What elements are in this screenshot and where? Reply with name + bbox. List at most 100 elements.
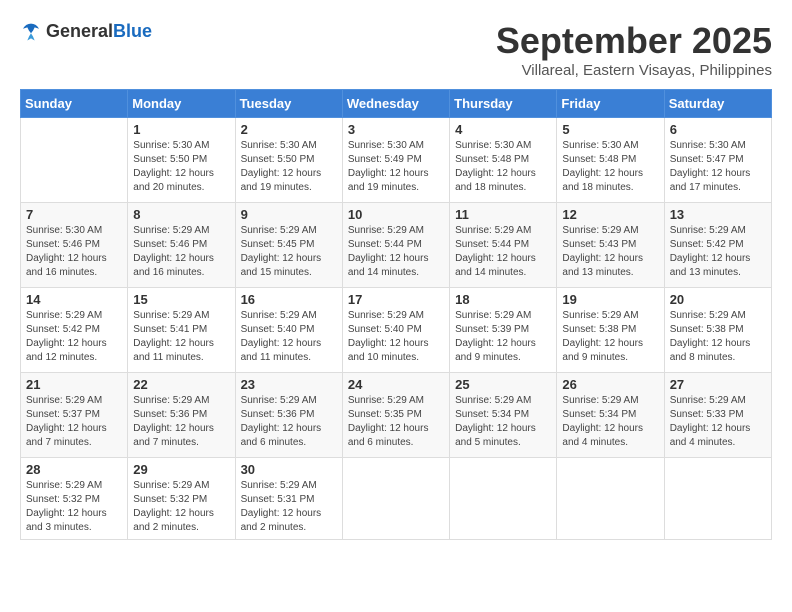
day-info: Sunrise: 5:29 AM Sunset: 5:37 PM Dayligh…	[26, 394, 122, 450]
month-title: September 2025	[496, 20, 772, 62]
daylight-text: Daylight: 12 hours and 14 minutes.	[348, 253, 429, 278]
day-info: Sunrise: 5:29 AM Sunset: 5:46 PM Dayligh…	[133, 224, 229, 280]
sunrise-text: Sunrise: 5:29 AM	[241, 225, 317, 236]
calendar-day-cell: 2 Sunrise: 5:30 AM Sunset: 5:50 PM Dayli…	[235, 118, 342, 203]
day-info: Sunrise: 5:29 AM Sunset: 5:40 PM Dayligh…	[241, 309, 337, 365]
calendar-week-row: 14 Sunrise: 5:29 AM Sunset: 5:42 PM Dayl…	[21, 288, 772, 373]
sunset-text: Sunset: 5:48 PM	[562, 154, 636, 165]
calendar-day-cell: 16 Sunrise: 5:29 AM Sunset: 5:40 PM Dayl…	[235, 288, 342, 373]
sunset-text: Sunset: 5:37 PM	[26, 409, 100, 420]
sunset-text: Sunset: 5:47 PM	[670, 154, 744, 165]
weekday-header: Sunday	[21, 90, 128, 118]
daylight-text: Daylight: 12 hours and 18 minutes.	[455, 168, 536, 193]
sunset-text: Sunset: 5:43 PM	[562, 239, 636, 250]
daylight-text: Daylight: 12 hours and 15 minutes.	[241, 253, 322, 278]
calendar-day-cell: 3 Sunrise: 5:30 AM Sunset: 5:49 PM Dayli…	[342, 118, 449, 203]
calendar-day-cell: 20 Sunrise: 5:29 AM Sunset: 5:38 PM Dayl…	[664, 288, 771, 373]
day-number: 12	[562, 207, 658, 222]
sunset-text: Sunset: 5:50 PM	[241, 154, 315, 165]
day-number: 11	[455, 207, 551, 222]
sunrise-text: Sunrise: 5:29 AM	[348, 310, 424, 321]
day-number: 6	[670, 122, 766, 137]
sunrise-text: Sunrise: 5:30 AM	[26, 225, 102, 236]
day-info: Sunrise: 5:29 AM Sunset: 5:44 PM Dayligh…	[348, 224, 444, 280]
day-number: 26	[562, 377, 658, 392]
calendar-day-cell	[21, 118, 128, 203]
calendar-week-row: 7 Sunrise: 5:30 AM Sunset: 5:46 PM Dayli…	[21, 203, 772, 288]
calendar-day-cell: 17 Sunrise: 5:29 AM Sunset: 5:40 PM Dayl…	[342, 288, 449, 373]
sunrise-text: Sunrise: 5:29 AM	[562, 310, 638, 321]
sunrise-text: Sunrise: 5:29 AM	[241, 310, 317, 321]
day-info: Sunrise: 5:30 AM Sunset: 5:48 PM Dayligh…	[455, 139, 551, 195]
day-number: 22	[133, 377, 229, 392]
sunrise-text: Sunrise: 5:29 AM	[241, 480, 317, 491]
daylight-text: Daylight: 12 hours and 6 minutes.	[348, 423, 429, 448]
weekday-header: Monday	[128, 90, 235, 118]
day-info: Sunrise: 5:30 AM Sunset: 5:48 PM Dayligh…	[562, 139, 658, 195]
sunset-text: Sunset: 5:36 PM	[133, 409, 207, 420]
sunrise-text: Sunrise: 5:29 AM	[670, 310, 746, 321]
daylight-text: Daylight: 12 hours and 19 minutes.	[348, 168, 429, 193]
weekday-header: Wednesday	[342, 90, 449, 118]
page-header: GeneralBlue September 2025 Villareal, Ea…	[20, 20, 772, 79]
day-info: Sunrise: 5:29 AM Sunset: 5:42 PM Dayligh…	[26, 309, 122, 365]
calendar-day-cell: 23 Sunrise: 5:29 AM Sunset: 5:36 PM Dayl…	[235, 373, 342, 458]
calendar-day-cell: 18 Sunrise: 5:29 AM Sunset: 5:39 PM Dayl…	[450, 288, 557, 373]
calendar-week-row: 1 Sunrise: 5:30 AM Sunset: 5:50 PM Dayli…	[21, 118, 772, 203]
sunset-text: Sunset: 5:32 PM	[26, 494, 100, 505]
daylight-text: Daylight: 12 hours and 13 minutes.	[562, 253, 643, 278]
day-number: 16	[241, 292, 337, 307]
calendar-day-cell: 6 Sunrise: 5:30 AM Sunset: 5:47 PM Dayli…	[664, 118, 771, 203]
sunset-text: Sunset: 5:44 PM	[348, 239, 422, 250]
sunrise-text: Sunrise: 5:29 AM	[455, 395, 531, 406]
weekday-header: Tuesday	[235, 90, 342, 118]
calendar-week-row: 21 Sunrise: 5:29 AM Sunset: 5:37 PM Dayl…	[21, 373, 772, 458]
sunrise-text: Sunrise: 5:29 AM	[26, 480, 102, 491]
logo-general: General	[46, 21, 113, 41]
sunset-text: Sunset: 5:32 PM	[133, 494, 207, 505]
calendar-day-cell: 30 Sunrise: 5:29 AM Sunset: 5:31 PM Dayl…	[235, 458, 342, 540]
day-number: 1	[133, 122, 229, 137]
day-info: Sunrise: 5:29 AM Sunset: 5:40 PM Dayligh…	[348, 309, 444, 365]
day-number: 5	[562, 122, 658, 137]
logo-icon	[20, 20, 42, 42]
calendar-day-cell	[557, 458, 664, 540]
calendar-day-cell: 22 Sunrise: 5:29 AM Sunset: 5:36 PM Dayl…	[128, 373, 235, 458]
sunrise-text: Sunrise: 5:29 AM	[455, 225, 531, 236]
calendar-day-cell: 15 Sunrise: 5:29 AM Sunset: 5:41 PM Dayl…	[128, 288, 235, 373]
sunrise-text: Sunrise: 5:30 AM	[133, 140, 209, 151]
sunrise-text: Sunrise: 5:29 AM	[241, 395, 317, 406]
sunrise-text: Sunrise: 5:30 AM	[670, 140, 746, 151]
calendar-day-cell: 10 Sunrise: 5:29 AM Sunset: 5:44 PM Dayl…	[342, 203, 449, 288]
sunset-text: Sunset: 5:49 PM	[348, 154, 422, 165]
daylight-text: Daylight: 12 hours and 4 minutes.	[562, 423, 643, 448]
day-info: Sunrise: 5:29 AM Sunset: 5:32 PM Dayligh…	[133, 479, 229, 535]
daylight-text: Daylight: 12 hours and 4 minutes.	[670, 423, 751, 448]
day-info: Sunrise: 5:29 AM Sunset: 5:32 PM Dayligh…	[26, 479, 122, 535]
day-number: 24	[348, 377, 444, 392]
sunrise-text: Sunrise: 5:29 AM	[133, 395, 209, 406]
calendar-day-cell: 4 Sunrise: 5:30 AM Sunset: 5:48 PM Dayli…	[450, 118, 557, 203]
daylight-text: Daylight: 12 hours and 12 minutes.	[26, 338, 107, 363]
calendar-day-cell	[664, 458, 771, 540]
day-number: 8	[133, 207, 229, 222]
sunset-text: Sunset: 5:44 PM	[455, 239, 529, 250]
sunrise-text: Sunrise: 5:29 AM	[133, 225, 209, 236]
day-number: 19	[562, 292, 658, 307]
sunset-text: Sunset: 5:48 PM	[455, 154, 529, 165]
day-info: Sunrise: 5:30 AM Sunset: 5:50 PM Dayligh…	[133, 139, 229, 195]
sunset-text: Sunset: 5:46 PM	[26, 239, 100, 250]
sunset-text: Sunset: 5:46 PM	[133, 239, 207, 250]
day-info: Sunrise: 5:29 AM Sunset: 5:38 PM Dayligh…	[670, 309, 766, 365]
daylight-text: Daylight: 12 hours and 14 minutes.	[455, 253, 536, 278]
calendar-day-cell: 9 Sunrise: 5:29 AM Sunset: 5:45 PM Dayli…	[235, 203, 342, 288]
day-info: Sunrise: 5:29 AM Sunset: 5:34 PM Dayligh…	[455, 394, 551, 450]
calendar-day-cell	[342, 458, 449, 540]
calendar-day-cell: 28 Sunrise: 5:29 AM Sunset: 5:32 PM Dayl…	[21, 458, 128, 540]
day-number: 20	[670, 292, 766, 307]
day-info: Sunrise: 5:29 AM Sunset: 5:45 PM Dayligh…	[241, 224, 337, 280]
sunset-text: Sunset: 5:40 PM	[241, 324, 315, 335]
calendar-header-row: SundayMondayTuesdayWednesdayThursdayFrid…	[21, 90, 772, 118]
weekday-header: Saturday	[664, 90, 771, 118]
daylight-text: Daylight: 12 hours and 16 minutes.	[26, 253, 107, 278]
